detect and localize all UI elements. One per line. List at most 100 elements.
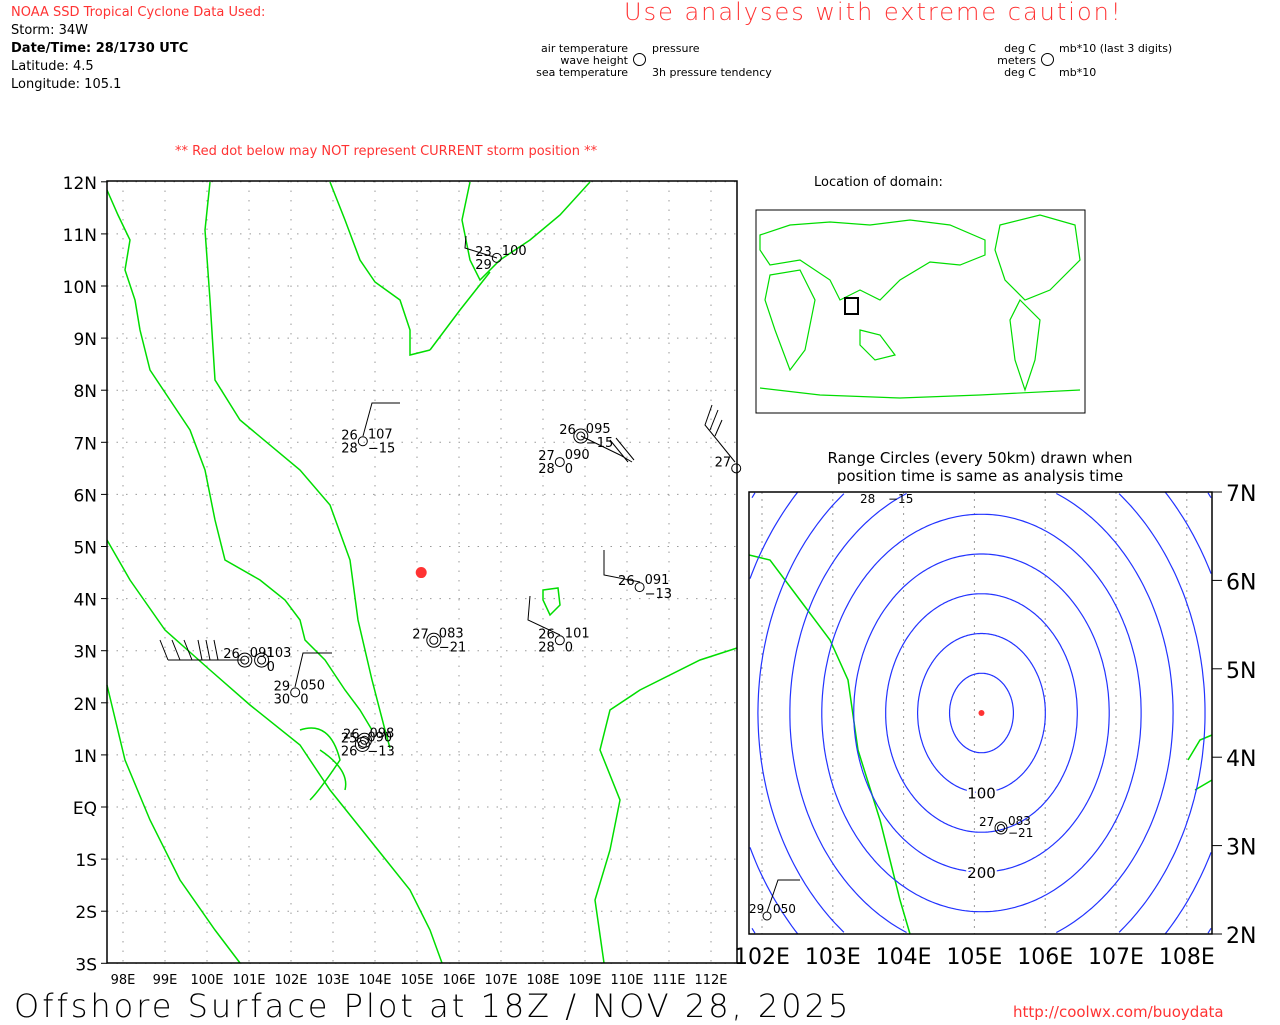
station-pressure: 083 bbox=[439, 626, 464, 641]
station-air-temp: 26 bbox=[343, 727, 360, 742]
coastline-borneo bbox=[594, 647, 738, 964]
station-pressure: 091 bbox=[645, 573, 670, 588]
station-pressure: 050 bbox=[300, 678, 325, 693]
locator-title: Location of domain: bbox=[814, 175, 943, 190]
inset-lat-tick-label: 6N bbox=[1226, 570, 1256, 595]
inset-lat-tick-label: 7N bbox=[1226, 482, 1256, 507]
station-plot: 27 083−21 bbox=[412, 626, 466, 655]
range-circle-label-100: 100 bbox=[967, 784, 996, 802]
station-circle-icon bbox=[731, 463, 742, 474]
inset-coastline-borneo bbox=[1187, 734, 1212, 791]
lon-tick-label: 102E bbox=[274, 973, 307, 988]
inset-title-line2: position time is same as analysis time bbox=[837, 467, 1123, 485]
lat-tick-label: 3S bbox=[75, 955, 97, 975]
station-pressure: 103 bbox=[267, 646, 292, 661]
station-pressure-tendency: 0 bbox=[300, 692, 308, 707]
lat-tick-label: 10N bbox=[63, 278, 97, 298]
inset-lon-tick-label: 103E bbox=[805, 945, 861, 970]
station-sea-temp: 28 bbox=[341, 441, 358, 456]
inset-lon-tick-label: 102E bbox=[734, 945, 790, 970]
station-plot: 2628107−15 bbox=[341, 427, 395, 456]
lat-tick-label: 12N bbox=[63, 174, 97, 194]
lon-tick-label: 108E bbox=[526, 973, 559, 988]
station-sea-temp: 29 bbox=[475, 258, 492, 273]
inset-storm-position-marker bbox=[978, 710, 985, 716]
station-pressure: 090 bbox=[565, 448, 590, 463]
station-pressure-tendency: −13 bbox=[645, 587, 672, 602]
lon-tick-label: 98E bbox=[111, 973, 136, 988]
inset-station-sea-temp: 28 bbox=[860, 492, 875, 506]
station-air-temp: 27 bbox=[715, 455, 732, 470]
lon-tick-label: 100E bbox=[190, 973, 223, 988]
station-pressure-tendency: −21 bbox=[439, 640, 466, 655]
coastline-vietnam bbox=[429, 181, 591, 351]
station-pressure-tendency: −15 bbox=[586, 436, 613, 451]
coastline-cambodia bbox=[329, 181, 431, 356]
station-plot: 27280900 bbox=[538, 448, 589, 477]
lat-tick-label: 6N bbox=[73, 486, 97, 506]
inset-lon-tick-label: 107E bbox=[1088, 945, 1144, 970]
station-circle-icon bbox=[357, 436, 368, 447]
lon-tick-label: 112E bbox=[694, 973, 727, 988]
station-circle-icon bbox=[554, 635, 565, 646]
storm-position-marker bbox=[415, 567, 427, 579]
inset-lat-tick-label: 4N bbox=[1226, 747, 1256, 772]
station-plots: 2628107−1526 095−152728090026 091−13262810… bbox=[223, 244, 742, 759]
lat-tick-label: 1N bbox=[73, 747, 97, 767]
station-pressure: 100 bbox=[502, 244, 527, 259]
lon-tick-label: 107E bbox=[484, 973, 517, 988]
lon-tick-label: 103E bbox=[316, 973, 349, 988]
map-canvas: 98E 99E 100E 101E 102E 103E 104E 105E 106E 107E 10… bbox=[63, 174, 1257, 988]
inset-lon-tick-label: 105E bbox=[946, 945, 1002, 970]
lat-tick-label: EQ bbox=[73, 799, 97, 819]
station-pressure-tendency: 0 bbox=[565, 640, 573, 655]
coastline-malay-east bbox=[204, 181, 391, 749]
lon-tick-label: 99E bbox=[153, 973, 178, 988]
lat-tick-label: 2S bbox=[75, 903, 97, 923]
station-plot: 26 095−15 bbox=[559, 422, 613, 451]
lon-tick-label: 106E bbox=[442, 973, 475, 988]
station-sea-temp: 28 bbox=[538, 640, 555, 655]
station-air-temp: 27 bbox=[412, 627, 429, 642]
inset-lat-tick-label: 5N bbox=[1226, 659, 1256, 684]
station-plot: 2329100 bbox=[475, 244, 526, 273]
inset-lon-tick-label: 106E bbox=[1017, 945, 1073, 970]
station-air-temp: 26 bbox=[223, 647, 240, 662]
station-pressure-tendency: −13 bbox=[367, 744, 394, 759]
coastline-sumatra-sw bbox=[106, 684, 241, 964]
station-pressure: 098 bbox=[370, 726, 395, 741]
inset-station-pressure: 050 bbox=[773, 902, 796, 916]
lat-tick-label: 3N bbox=[73, 643, 97, 663]
station-sea-temp: 30 bbox=[274, 692, 291, 707]
lon-tick-label: 105E bbox=[400, 973, 433, 988]
lon-tick-label: 104E bbox=[358, 973, 391, 988]
inset-title-line1: Range Circles (every 50km) drawn when bbox=[828, 449, 1133, 467]
lon-tick-label: 111E bbox=[652, 973, 685, 988]
station-circle-icon bbox=[554, 457, 565, 468]
lat-tick-label: 11N bbox=[63, 226, 97, 246]
lat-tick-label: 1S bbox=[75, 851, 97, 871]
plot-title: Offshore Surface Plot at 18Z / NOV 28, 2… bbox=[14, 987, 852, 1025]
station-pressure: 095 bbox=[586, 422, 611, 437]
coastline-natuna bbox=[542, 587, 561, 617]
source-url-link[interactable]: http://coolwx.com/buoydata bbox=[1013, 1003, 1224, 1021]
station-pressure-tendency: −15 bbox=[368, 441, 395, 456]
station-circle-icon bbox=[290, 687, 301, 698]
lat-tick-label: 4N bbox=[73, 591, 97, 611]
lat-tick-label: 8N bbox=[73, 382, 97, 402]
station-pressure: 101 bbox=[565, 626, 590, 641]
station-circle-inner-icon bbox=[429, 635, 439, 645]
station-sea-temp: 26 bbox=[341, 744, 358, 759]
coastline-riau-islands bbox=[299, 727, 347, 801]
inset-station-27-083: 27 083 −21 28 −15 29 050 bbox=[749, 492, 1033, 921]
inset-station-tendency: −21 bbox=[1008, 826, 1033, 840]
inset-lon-tick-label: 108E bbox=[1159, 945, 1215, 970]
wind-barbs bbox=[159, 235, 736, 688]
inset-lat-tick-label: 3N bbox=[1226, 836, 1256, 861]
station-pressure-tendency: 0 bbox=[267, 660, 275, 675]
inset-lat-tick-label: 2N bbox=[1226, 924, 1256, 949]
station-circle-icon bbox=[634, 582, 645, 593]
lat-tick-label: 5N bbox=[73, 539, 97, 559]
lon-tick-label: 109E bbox=[568, 973, 601, 988]
inset-station-tendency: −15 bbox=[888, 492, 913, 506]
